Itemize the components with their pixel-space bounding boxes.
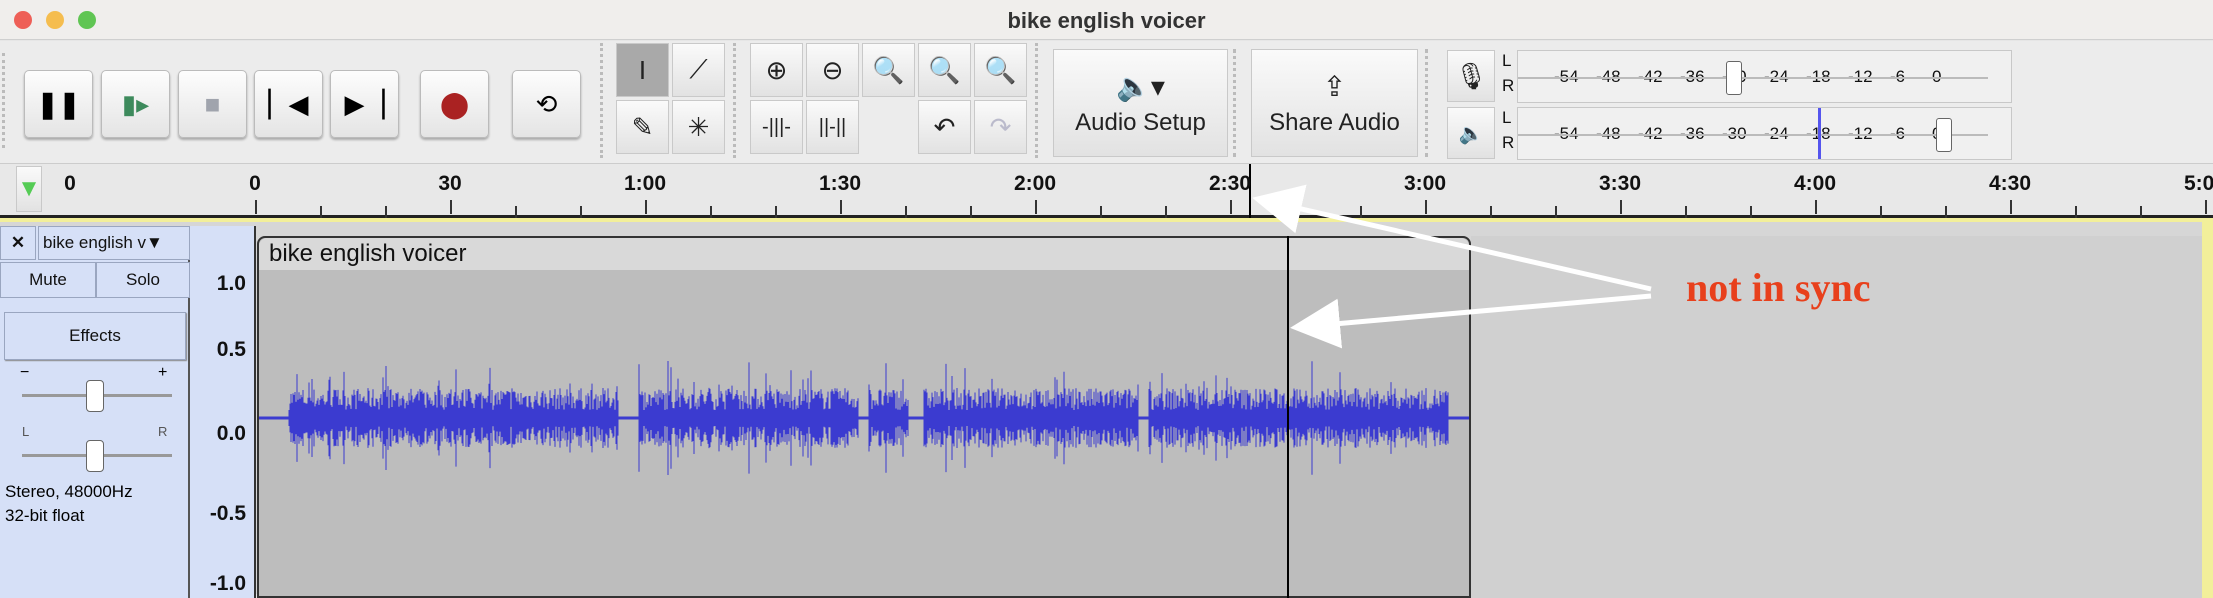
annotation-arrows — [1252, 184, 1652, 349]
annotation-text: not in sync — [1686, 265, 1871, 310]
arrow-to-ruler — [1252, 184, 1652, 292]
arrow-to-playhead — [1290, 293, 1652, 349]
